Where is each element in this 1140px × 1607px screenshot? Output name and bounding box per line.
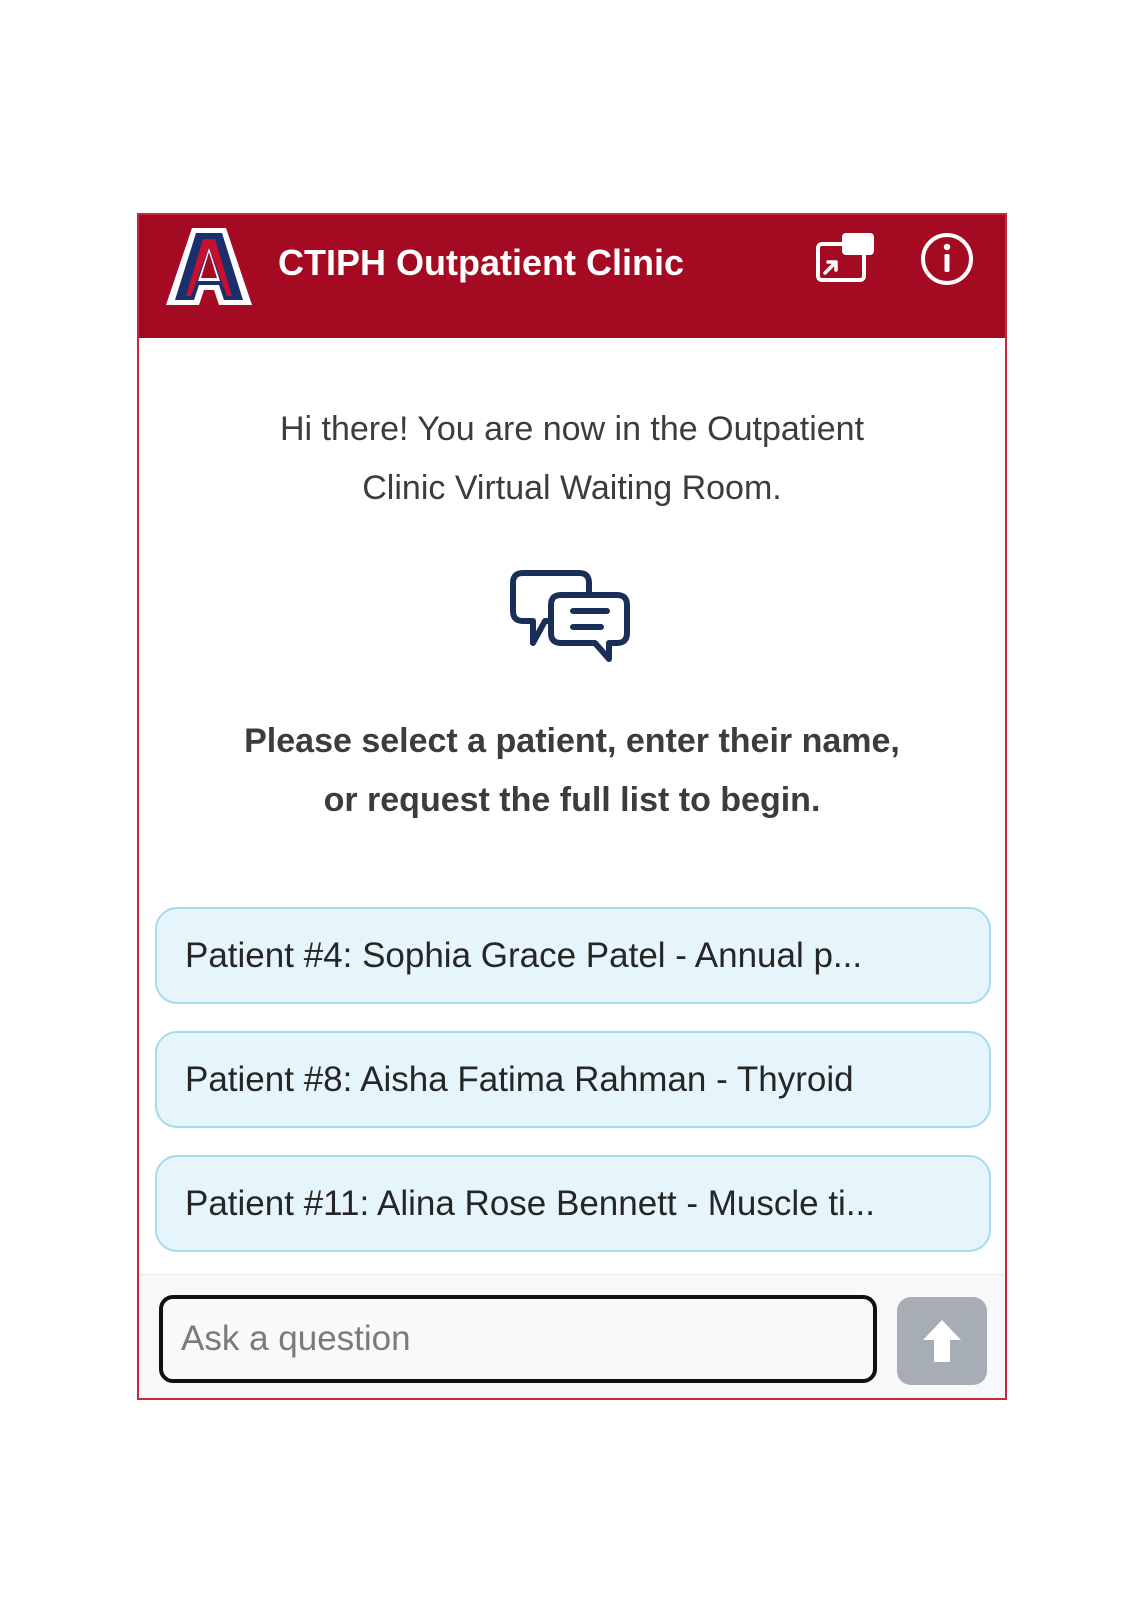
welcome-message: Hi there! You are now in the Outpatient … [179, 400, 965, 518]
arrow-up-icon [923, 1320, 961, 1362]
message-composer [139, 1274, 1005, 1398]
university-a-logo: A [166, 228, 252, 305]
info-button[interactable] [919, 231, 975, 287]
patient-suggestion-list: Patient #4: Sophia Grace Patel - Annual … [155, 907, 991, 1279]
welcome-line-2: Clinic Virtual Waiting Room. [362, 469, 782, 507]
patient-option-11[interactable]: Patient #11: Alina Rose Bennett - Muscle… [155, 1155, 991, 1252]
chat-bubbles-icon [510, 570, 630, 662]
info-icon [921, 233, 973, 285]
chat-widget: A CTIPH Outpatient Clinic Hi there! You … [137, 213, 1007, 1400]
patient-option-4[interactable]: Patient #4: Sophia Grace Patel - Annual … [155, 907, 991, 1004]
prompt-line-1: Please select a patient, enter their nam… [244, 722, 900, 760]
send-button[interactable] [897, 1297, 987, 1385]
prompt-line-2: or request the full list to begin. [323, 781, 821, 819]
ask-question-input[interactable] [159, 1295, 877, 1383]
welcome-line-1: Hi there! You are now in the Outpatient [279, 410, 865, 448]
popout-window-button[interactable] [815, 231, 879, 287]
instruction-prompt: Please select a patient, enter their nam… [169, 712, 975, 830]
header-bar: A CTIPH Outpatient Clinic [139, 215, 1005, 338]
patient-option-8[interactable]: Patient #8: Aisha Fatima Rahman - Thyroi… [155, 1031, 991, 1128]
app-title: CTIPH Outpatient Clinic [278, 242, 685, 283]
popout-window-icon [816, 233, 874, 282]
